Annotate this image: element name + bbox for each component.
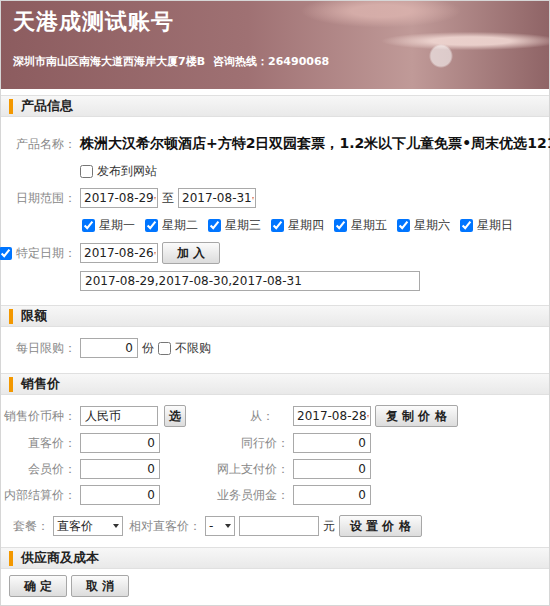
checkbox[interactable] [80, 165, 93, 178]
weekday-checkbox[interactable]: 星期二 [145, 217, 198, 234]
weekday-checkbox[interactable]: 星期四 [271, 217, 324, 234]
price-field[interactable] [80, 485, 160, 505]
company-info: 深圳市南山区南海大道西海岸大厦7楼B咨询热线：26490068 [13, 54, 537, 69]
checkbox[interactable] [397, 219, 410, 232]
date-range-row: 日期范围：2017-08-29至2017-08-31 [9, 188, 541, 208]
weekday-checkbox[interactable]: 星期三 [208, 217, 261, 234]
action-bar: 确 定取 消 [1, 569, 549, 603]
price-field[interactable] [293, 459, 371, 479]
section-header: 产品信息 [1, 95, 549, 117]
calendar-icon[interactable] [154, 246, 156, 260]
specific-date-row: 特定日期：2017-08-26加 入 [9, 242, 541, 264]
weekday-checkbox[interactable]: 星期五 [334, 217, 387, 234]
set-price-button[interactable]: 设 置 价 格 [339, 515, 422, 537]
product-name-row: 产品名称：株洲大汉希尔顿酒店+方特2日双园套票，1.2米以下儿童免票•周末优选1… [9, 134, 541, 154]
publish-checkbox[interactable]: 发布到网站 [80, 163, 157, 180]
currency-select-button[interactable]: 选 [164, 405, 186, 427]
checkbox[interactable] [460, 219, 473, 232]
copy-price-button[interactable]: 复 制 价 格 [375, 405, 458, 427]
section-header: 供应商及成本 [1, 547, 549, 569]
daily-limit-field[interactable] [80, 338, 138, 358]
weekday-checkbox[interactable]: 星期日 [460, 217, 513, 234]
specific-dates-field[interactable] [80, 271, 420, 291]
price-field[interactable] [293, 485, 371, 505]
page: 天港成测试账号深圳市南山区南海大道西海岸大厦7楼B咨询热线：26490068 产品… [0, 0, 550, 606]
package-select[interactable]: 直客价 [53, 516, 123, 536]
action-button[interactable]: 确 定 [9, 575, 67, 597]
amount-field[interactable] [239, 516, 319, 536]
header-banner: 天港成测试账号深圳市南山区南海大道西海岸大厦7楼B咨询热线：26490068 [1, 1, 549, 89]
checkbox[interactable] [271, 219, 284, 232]
section-header: 限额 [1, 305, 549, 327]
calendar-icon[interactable] [252, 191, 254, 205]
sign-select[interactable]: - [205, 516, 235, 536]
price-grid: 销售价币种：选从：2017-08-28复 制 价 格直客价：同行价：会员价：网上… [9, 405, 541, 505]
product-name: 株洲大汉希尔顿酒店+方特2日双园套票，1.2米以下儿童免票•周末优选121 [80, 135, 550, 153]
calendar-icon[interactable] [154, 191, 156, 205]
copy-from-date[interactable]: 2017-08-28 [293, 406, 371, 426]
checkbox[interactable] [208, 219, 221, 232]
limit-row: 每日限购：份不限购 [9, 338, 541, 358]
section-header: 销售价 [1, 373, 549, 395]
action-button[interactable]: 取 消 [71, 575, 129, 597]
add-button[interactable]: 加 入 [162, 242, 220, 264]
price-field[interactable] [293, 433, 371, 453]
package-row: 套餐：直客价相对直客价：-元设 置 价 格 [9, 515, 541, 537]
checkbox[interactable] [82, 219, 95, 232]
unlimited-checkbox[interactable]: 不限购 [158, 340, 211, 357]
checkbox[interactable] [145, 219, 158, 232]
price-field[interactable] [80, 459, 160, 479]
weekday-checkbox[interactable]: 星期一 [82, 217, 135, 234]
company-title: 天港成测试账号 [13, 7, 537, 37]
checkbox[interactable] [158, 342, 171, 355]
weekday-checkbox[interactable]: 星期六 [397, 217, 450, 234]
checkbox[interactable] [334, 219, 347, 232]
weekday-row: 星期一星期二星期三星期四星期五星期六星期日 [9, 215, 541, 235]
date-from[interactable]: 2017-08-29 [80, 188, 158, 208]
date-to[interactable]: 2017-08-31 [178, 188, 256, 208]
specific-date-checkbox[interactable] [0, 247, 12, 260]
calendar-icon[interactable] [367, 409, 369, 423]
currency-field[interactable] [80, 406, 158, 426]
price-field[interactable] [80, 433, 160, 453]
specific-date-input[interactable]: 2017-08-26 [80, 243, 158, 263]
